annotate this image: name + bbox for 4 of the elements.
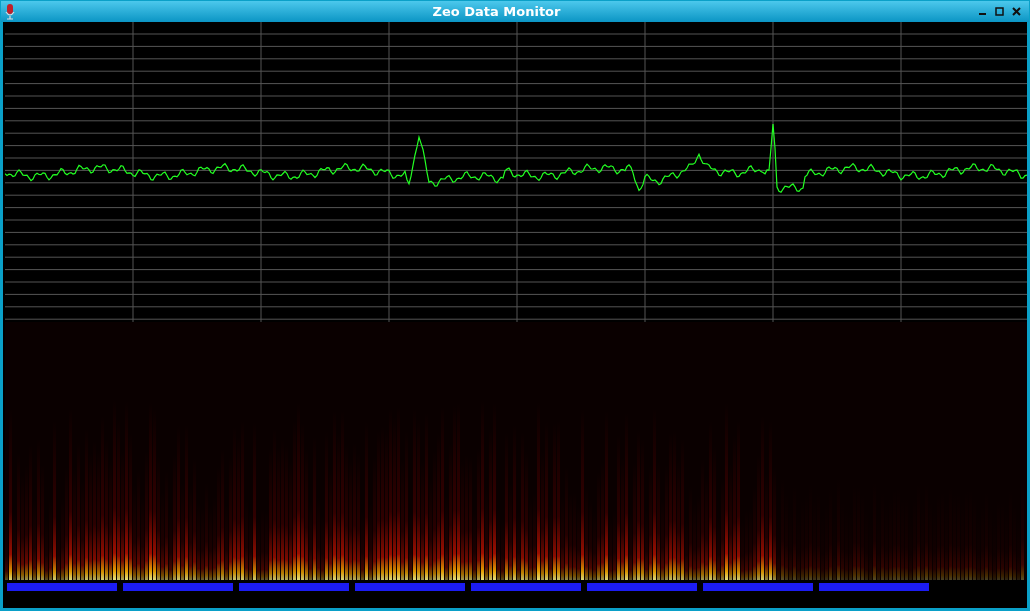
close-icon[interactable] <box>1012 7 1021 16</box>
microphone-icon <box>5 3 15 20</box>
maximize-icon[interactable] <box>995 7 1004 16</box>
window-title: Zeo Data Monitor <box>431 4 562 19</box>
